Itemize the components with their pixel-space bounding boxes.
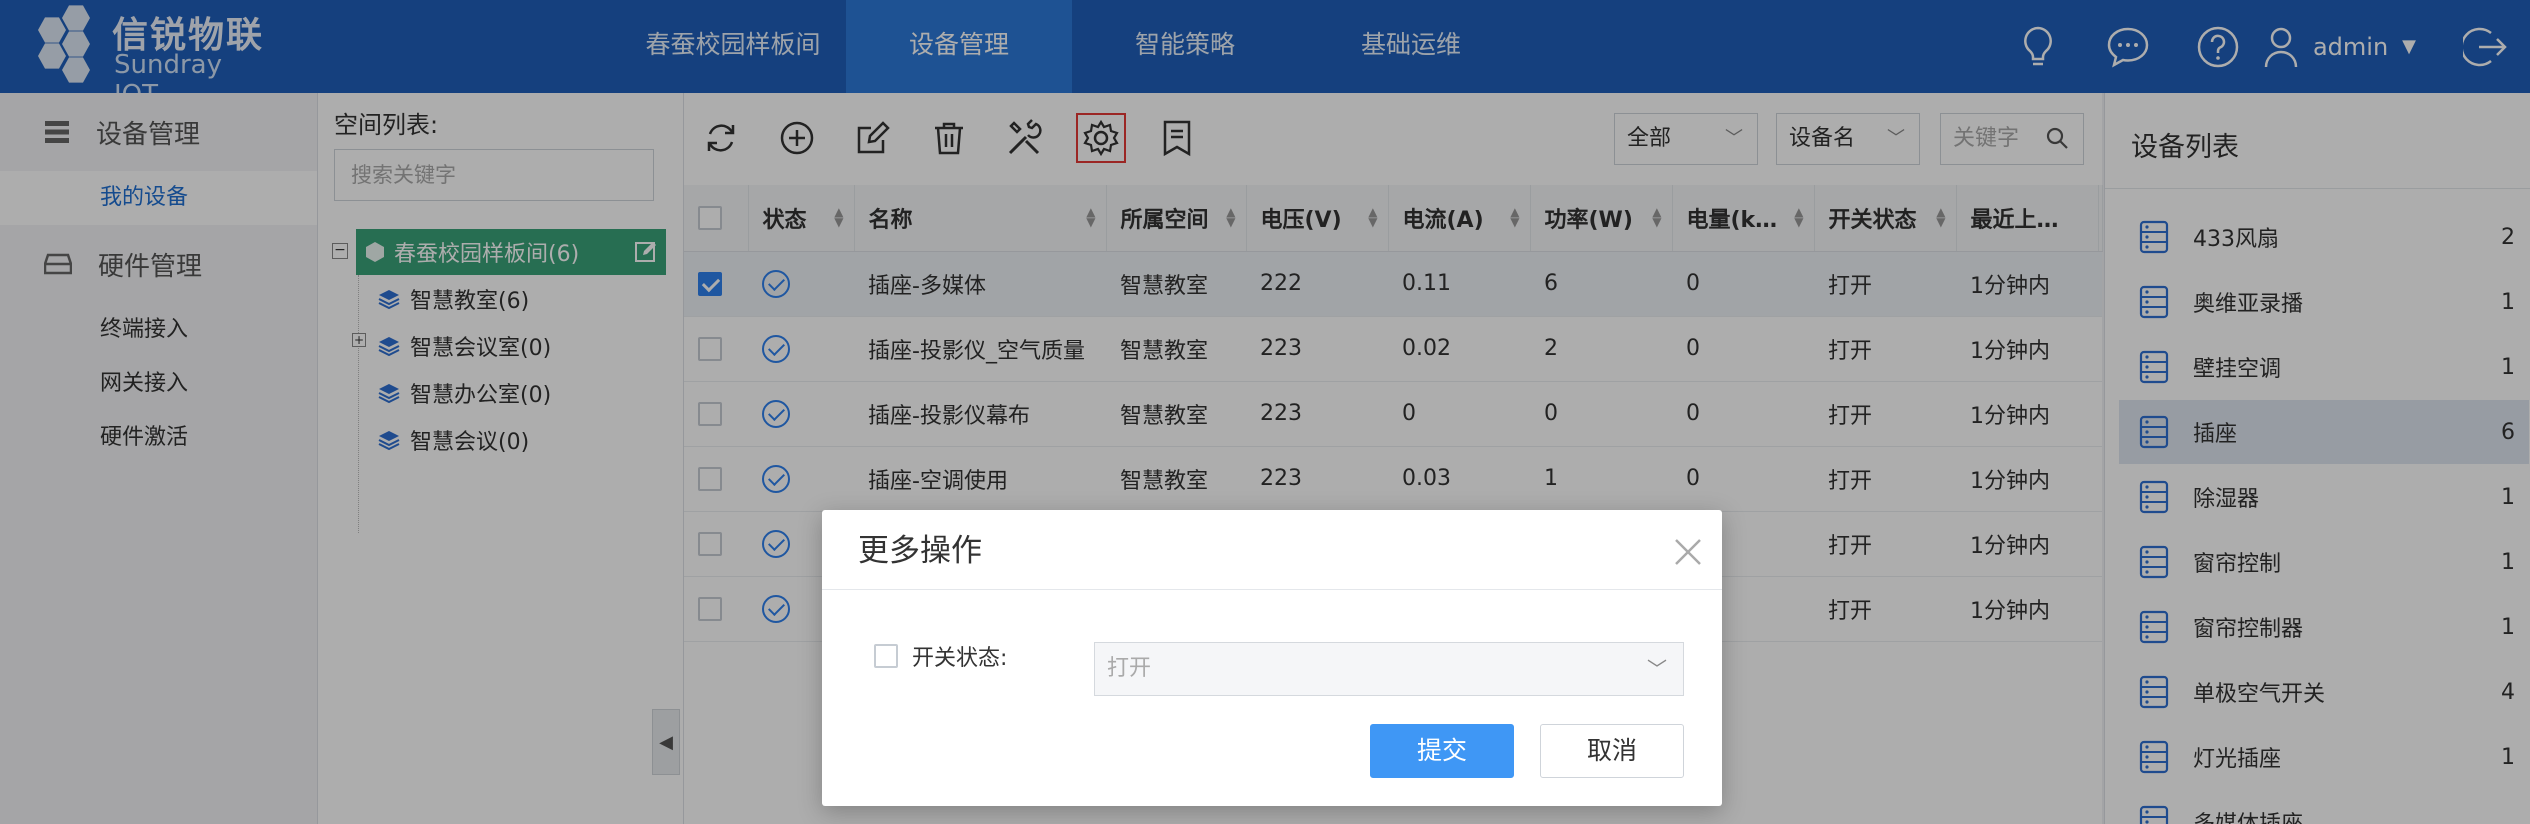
dialog-header: 更多操作 <box>822 510 1722 590</box>
dialog-title: 更多操作 <box>858 533 982 569</box>
chevron-down-icon: ﹀ <box>1647 657 1667 681</box>
switch-state-value: 打开 <box>1107 656 1152 681</box>
close-icon[interactable] <box>1672 536 1704 568</box>
cancel-button[interactable]: 取消 <box>1540 724 1684 778</box>
switch-state-checkbox[interactable] <box>874 644 898 668</box>
more-actions-dialog: 更多操作 开关状态: 打开 ﹀ 提交 取消 <box>822 510 1722 806</box>
switch-state-label: 开关状态: <box>912 646 1008 671</box>
switch-state-row: 开关状态: <box>874 640 1007 672</box>
submit-button[interactable]: 提交 <box>1370 724 1514 778</box>
switch-state-select[interactable]: 打开 ﹀ <box>1094 642 1684 696</box>
